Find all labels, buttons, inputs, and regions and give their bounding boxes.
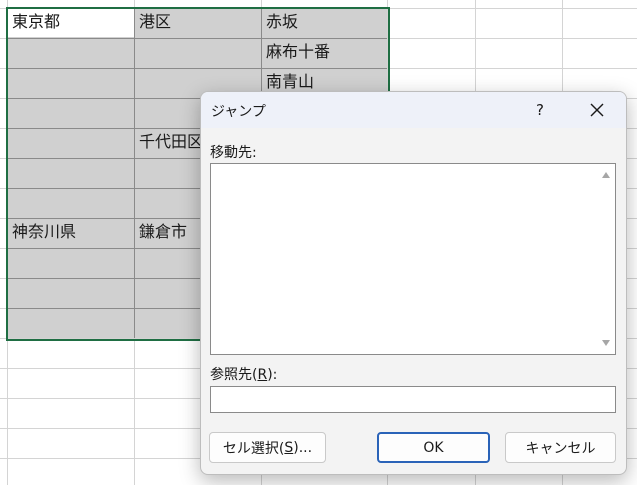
goto-listbox[interactable] xyxy=(210,163,616,355)
special-button[interactable]: セル選択(S)... xyxy=(209,432,326,463)
ok-button[interactable]: OK xyxy=(377,432,490,463)
reference-input[interactable] xyxy=(210,386,616,413)
close-button[interactable] xyxy=(579,96,615,124)
dialog-titlebar[interactable]: ジャンプ ? xyxy=(201,92,626,128)
special-suffix: )... xyxy=(293,439,313,456)
reference-label-suffix: ): xyxy=(267,367,278,383)
cell-c2[interactable]: 麻布十番 xyxy=(266,37,386,67)
cell-a8[interactable]: 神奈川県 xyxy=(12,217,132,247)
reference-label-prefix: 参照先( xyxy=(210,367,258,383)
cell-b1[interactable]: 港区 xyxy=(139,7,259,37)
reference-label: 参照先(R): xyxy=(210,364,277,384)
close-icon xyxy=(590,103,604,117)
cancel-button[interactable]: キャンセル xyxy=(505,432,616,463)
help-button[interactable]: ? xyxy=(523,96,557,124)
dialog-title: ジャンプ xyxy=(211,104,266,120)
triangle-down-icon xyxy=(602,340,610,346)
scroll-down-button[interactable] xyxy=(599,336,613,350)
goto-label: 移動先: xyxy=(210,145,257,161)
special-key: S xyxy=(284,439,294,456)
cell-a1[interactable]: 東京都 xyxy=(12,7,132,37)
cell-c1[interactable]: 赤坂 xyxy=(266,7,386,37)
triangle-up-icon xyxy=(602,172,610,178)
goto-dialog: ジャンプ ? 移動先: 参照先(R): セル選択(S)... OK キャンセル xyxy=(200,91,627,475)
scroll-up-button[interactable] xyxy=(599,168,613,182)
special-prefix: セル選択( xyxy=(222,440,285,457)
reference-label-key: R xyxy=(257,367,268,383)
